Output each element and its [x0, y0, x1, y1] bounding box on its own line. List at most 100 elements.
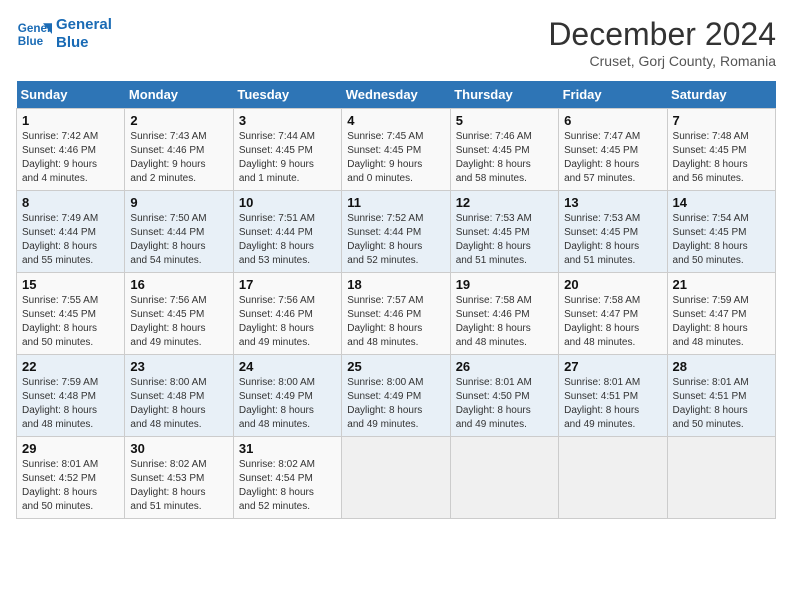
day-cell-19: 19 Sunrise: 7:58 AM Sunset: 4:46 PM Dayli…	[450, 273, 558, 355]
day-number: 27	[564, 359, 661, 374]
logo-line2: Blue	[56, 34, 112, 52]
day-cell-27: 27 Sunrise: 8:01 AM Sunset: 4:51 PM Dayli…	[559, 355, 667, 437]
day-cell-2: 2 Sunrise: 7:43 AM Sunset: 4:46 PM Daylig…	[125, 109, 233, 191]
day-cell-15: 15Sunrise: 7:55 AM Sunset: 4:45 PM Dayli…	[17, 273, 125, 355]
day-number: 22	[22, 359, 119, 374]
day-cell-4: 4Sunrise: 7:45 AM Sunset: 4:45 PM Daylig…	[342, 109, 450, 191]
day-info: Sunrise: 7:56 AM Sunset: 4:45 PM Dayligh…	[130, 294, 227, 350]
calendar-table: SundayMondayTuesdayWednesdayThursdayFrid…	[16, 81, 776, 519]
day-info: Sunrise: 8:00 AM Sunset: 4:49 PM Dayligh…	[239, 376, 336, 432]
day-cell-24: 24 Sunrise: 8:00 AM Sunset: 4:49 PM Dayli…	[233, 355, 341, 437]
day-cell-9: 9 Sunrise: 7:50 AM Sunset: 4:44 PM Daylig…	[125, 191, 233, 273]
day-number: 9	[130, 195, 227, 210]
day-cell-29: 29 Sunrise: 8:01 AM Sunset: 4:52 PM Dayli…	[17, 437, 125, 519]
day-cell-16: 16 Sunrise: 7:56 AM Sunset: 4:45 PM Dayli…	[125, 273, 233, 355]
day-info: Sunrise: 7:57 AM Sunset: 4:46 PM Dayligh…	[347, 294, 444, 350]
day-cell-8: 8 Sunrise: 7:49 AM Sunset: 4:44 PM Daylig…	[17, 191, 125, 273]
day-number: 11	[347, 195, 444, 210]
month-title: December 2024	[548, 16, 776, 53]
day-number: 20	[564, 277, 661, 292]
day-number: 30	[130, 441, 227, 456]
empty-cell	[342, 437, 450, 519]
empty-cell	[559, 437, 667, 519]
day-header-tuesday: Tuesday	[233, 81, 341, 109]
day-number: 17	[239, 277, 336, 292]
day-cell-12: 12 Sunrise: 7:53 AM Sunset: 4:45 PM Dayli…	[450, 191, 558, 273]
day-cell-13: 13Sunrise: 7:53 AM Sunset: 4:45 PM Dayli…	[559, 191, 667, 273]
day-cell-14: 14 Sunrise: 7:54 AM Sunset: 4:45 PM Dayli…	[667, 191, 775, 273]
day-number: 2	[130, 113, 227, 128]
day-info: Sunrise: 8:02 AM Sunset: 4:54 PM Dayligh…	[239, 458, 336, 514]
day-cell-6: 6Sunrise: 7:47 AM Sunset: 4:45 PM Daylig…	[559, 109, 667, 191]
day-cell-31: 31 Sunrise: 8:02 AM Sunset: 4:54 PM Dayli…	[233, 437, 341, 519]
day-info: Sunrise: 8:01 AM Sunset: 4:52 PM Dayligh…	[22, 458, 119, 514]
day-info: Sunrise: 7:58 AM Sunset: 4:46 PM Dayligh…	[456, 294, 553, 350]
day-info: Sunrise: 7:53 AM Sunset: 4:45 PM Dayligh…	[456, 212, 553, 268]
svg-text:Blue: Blue	[18, 35, 44, 48]
day-info: Sunrise: 8:00 AM Sunset: 4:49 PM Dayligh…	[347, 376, 444, 432]
day-number: 29	[22, 441, 119, 456]
day-cell-26: 26Sunrise: 8:01 AM Sunset: 4:50 PM Dayli…	[450, 355, 558, 437]
day-header-sunday: Sunday	[17, 81, 125, 109]
day-number: 19	[456, 277, 553, 292]
day-number: 14	[673, 195, 770, 210]
day-cell-20: 20 Sunrise: 7:58 AM Sunset: 4:47 PM Dayli…	[559, 273, 667, 355]
logo-line1: General	[56, 16, 112, 34]
day-cell-1: 1Sunrise: 7:42 AM Sunset: 4:46 PM Daylig…	[17, 109, 125, 191]
day-cell-28: 28Sunrise: 8:01 AM Sunset: 4:51 PM Dayli…	[667, 355, 775, 437]
day-info: Sunrise: 8:01 AM Sunset: 4:50 PM Dayligh…	[456, 376, 553, 432]
day-cell-18: 18 Sunrise: 7:57 AM Sunset: 4:46 PM Dayli…	[342, 273, 450, 355]
logo: General Blue General Blue	[16, 16, 112, 52]
day-info: Sunrise: 7:59 AM Sunset: 4:48 PM Dayligh…	[22, 376, 119, 432]
logo-icon: General Blue	[16, 16, 52, 52]
day-cell-3: 3Sunrise: 7:44 AM Sunset: 4:45 PM Daylig…	[233, 109, 341, 191]
day-info: Sunrise: 7:48 AM Sunset: 4:45 PM Dayligh…	[673, 130, 770, 186]
day-number: 3	[239, 113, 336, 128]
week-row-3: 15Sunrise: 7:55 AM Sunset: 4:45 PM Dayli…	[17, 273, 776, 355]
day-cell-17: 17 Sunrise: 7:56 AM Sunset: 4:46 PM Dayli…	[233, 273, 341, 355]
day-info: Sunrise: 7:46 AM Sunset: 4:45 PM Dayligh…	[456, 130, 553, 186]
day-cell-5: 5 Sunrise: 7:46 AM Sunset: 4:45 PM Daylig…	[450, 109, 558, 191]
day-info: Sunrise: 7:54 AM Sunset: 4:45 PM Dayligh…	[673, 212, 770, 268]
day-number: 10	[239, 195, 336, 210]
day-number: 24	[239, 359, 336, 374]
location-subtitle: Cruset, Gorj County, Romania	[548, 53, 776, 69]
day-info: Sunrise: 7:43 AM Sunset: 4:46 PM Dayligh…	[130, 130, 227, 186]
day-number: 18	[347, 277, 444, 292]
day-number: 5	[456, 113, 553, 128]
title-block: December 2024 Cruset, Gorj County, Roman…	[548, 16, 776, 69]
header-row: SundayMondayTuesdayWednesdayThursdayFrid…	[17, 81, 776, 109]
day-cell-7: 7 Sunrise: 7:48 AM Sunset: 4:45 PM Daylig…	[667, 109, 775, 191]
day-number: 16	[130, 277, 227, 292]
day-cell-10: 10 Sunrise: 7:51 AM Sunset: 4:44 PM Dayli…	[233, 191, 341, 273]
day-number: 31	[239, 441, 336, 456]
day-header-saturday: Saturday	[667, 81, 775, 109]
week-row-5: 29 Sunrise: 8:01 AM Sunset: 4:52 PM Dayli…	[17, 437, 776, 519]
day-info: Sunrise: 8:02 AM Sunset: 4:53 PM Dayligh…	[130, 458, 227, 514]
day-info: Sunrise: 7:50 AM Sunset: 4:44 PM Dayligh…	[130, 212, 227, 268]
day-info: Sunrise: 7:47 AM Sunset: 4:45 PM Dayligh…	[564, 130, 661, 186]
day-header-friday: Friday	[559, 81, 667, 109]
day-number: 8	[22, 195, 119, 210]
day-number: 15	[22, 277, 119, 292]
day-info: Sunrise: 7:59 AM Sunset: 4:47 PM Dayligh…	[673, 294, 770, 350]
day-cell-22: 22 Sunrise: 7:59 AM Sunset: 4:48 PM Dayli…	[17, 355, 125, 437]
week-row-2: 8 Sunrise: 7:49 AM Sunset: 4:44 PM Daylig…	[17, 191, 776, 273]
day-info: Sunrise: 8:00 AM Sunset: 4:48 PM Dayligh…	[130, 376, 227, 432]
day-cell-21: 21 Sunrise: 7:59 AM Sunset: 4:47 PM Dayli…	[667, 273, 775, 355]
day-info: Sunrise: 7:58 AM Sunset: 4:47 PM Dayligh…	[564, 294, 661, 350]
day-number: 12	[456, 195, 553, 210]
day-info: Sunrise: 7:53 AM Sunset: 4:45 PM Dayligh…	[564, 212, 661, 268]
day-info: Sunrise: 7:51 AM Sunset: 4:44 PM Dayligh…	[239, 212, 336, 268]
day-number: 25	[347, 359, 444, 374]
day-info: Sunrise: 7:49 AM Sunset: 4:44 PM Dayligh…	[22, 212, 119, 268]
day-info: Sunrise: 7:52 AM Sunset: 4:44 PM Dayligh…	[347, 212, 444, 268]
day-info: Sunrise: 7:56 AM Sunset: 4:46 PM Dayligh…	[239, 294, 336, 350]
day-number: 21	[673, 277, 770, 292]
day-info: Sunrise: 8:01 AM Sunset: 4:51 PM Dayligh…	[673, 376, 770, 432]
day-info: Sunrise: 7:42 AM Sunset: 4:46 PM Dayligh…	[22, 130, 119, 186]
day-header-monday: Monday	[125, 81, 233, 109]
day-number: 7	[673, 113, 770, 128]
day-info: Sunrise: 8:01 AM Sunset: 4:51 PM Dayligh…	[564, 376, 661, 432]
day-number: 4	[347, 113, 444, 128]
